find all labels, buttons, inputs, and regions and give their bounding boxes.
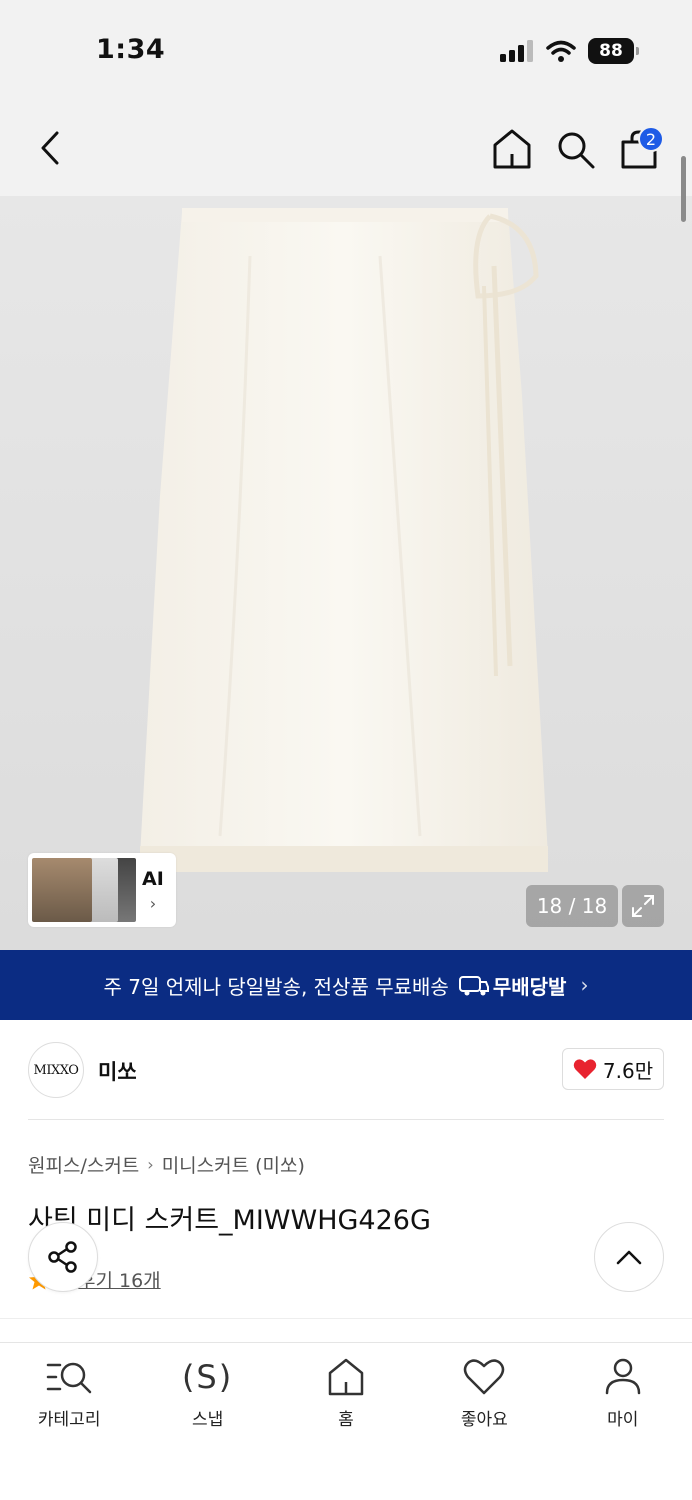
search-button[interactable] xyxy=(556,130,596,174)
wifi-icon xyxy=(546,40,576,62)
tab-label: 카테고리 xyxy=(37,1410,101,1430)
product-title: 사틴 미디 스커트_MIWWHG426G xyxy=(28,1205,431,1236)
scroll-to-top-button[interactable] xyxy=(594,1222,664,1292)
ai-thumbnail-stack xyxy=(32,858,136,922)
divider xyxy=(0,1318,692,1319)
home-button[interactable] xyxy=(492,128,532,174)
like-button[interactable]: 7.6만 xyxy=(562,1048,664,1090)
expand-image-button[interactable] xyxy=(622,885,664,927)
like-count: 7.6만 xyxy=(602,1058,654,1083)
brand-logo[interactable]: MIXXO xyxy=(28,1042,84,1098)
tab-snap[interactable]: (S) 스냅 xyxy=(138,1343,276,1500)
heart-icon xyxy=(464,1359,505,1395)
search-icon xyxy=(558,132,595,169)
scrollbar[interactable] xyxy=(681,156,686,222)
brand-row: MIXXO 미쏘 7.6만 xyxy=(28,1040,664,1100)
breadcrumb: 원피스/스커트 › 미니스커트 (미쏘) xyxy=(28,1151,305,1178)
delivery-truck-icon xyxy=(458,976,489,996)
tab-label: 마이 xyxy=(607,1410,639,1430)
ai-label: AI xyxy=(142,867,164,890)
tab-category[interactable]: 카테고리 xyxy=(0,1343,138,1500)
divider xyxy=(28,1119,664,1120)
ai-styling-button[interactable]: AI › xyxy=(28,853,176,927)
thumbnail-2 xyxy=(88,858,118,922)
status-bar: 1:34 88 xyxy=(0,0,692,100)
tab-home[interactable]: 홈 xyxy=(277,1343,415,1500)
signal-icon xyxy=(500,40,533,62)
breadcrumb-item[interactable]: 원피스/스커트 xyxy=(28,1151,139,1178)
home-icon xyxy=(493,129,531,169)
tab-label: 좋아요 xyxy=(460,1410,508,1430)
thumbnail-1 xyxy=(32,858,92,922)
back-button[interactable] xyxy=(34,128,66,168)
product-image[interactable] xyxy=(0,196,692,950)
status-time: 1:34 xyxy=(96,34,166,65)
chevron-right-icon: › xyxy=(149,893,157,913)
home-icon xyxy=(328,1358,364,1396)
tab-label: 홈 xyxy=(338,1410,354,1430)
tab-my[interactable]: 마이 xyxy=(554,1343,692,1500)
person-icon xyxy=(605,1358,640,1395)
tab-likes[interactable]: 좋아요 xyxy=(415,1343,553,1500)
image-counter: 18 / 18 xyxy=(526,885,618,927)
promo-text: 주 7일 언제나 당일발송, 전상품 무료배송 xyxy=(103,974,449,999)
chevron-right-icon: › xyxy=(580,973,589,997)
share-icon xyxy=(48,1241,77,1273)
expand-icon xyxy=(632,895,654,917)
status-icons: 88 xyxy=(500,38,639,64)
battery-indicator: 88 xyxy=(588,38,639,64)
share-button[interactable] xyxy=(28,1222,98,1292)
tab-label: 스냅 xyxy=(191,1410,224,1430)
skirt-photo xyxy=(140,208,548,872)
chevron-left-icon xyxy=(41,131,59,165)
snap-icon: (S) xyxy=(181,1358,234,1396)
chevron-up-icon xyxy=(616,1250,642,1265)
heart-filled-icon xyxy=(573,1059,597,1079)
free-shipping-banner[interactable]: 주 7일 언제나 당일발송, 전상품 무료배송 무배당발 › xyxy=(0,950,692,1020)
bottom-tab-bar: 카테고리 (S) 스냅 홈 좋아요 마이 xyxy=(0,1342,692,1500)
cart-count-badge: 2 xyxy=(638,126,664,152)
breadcrumb-item[interactable]: 미니스커트 (미쏘) xyxy=(162,1151,305,1178)
category-search-icon xyxy=(46,1362,92,1394)
brand-name[interactable]: 미쏘 xyxy=(98,1056,137,1086)
chevron-right-icon: › xyxy=(147,1155,154,1174)
promo-badge-text: 무배당발 xyxy=(492,974,567,999)
